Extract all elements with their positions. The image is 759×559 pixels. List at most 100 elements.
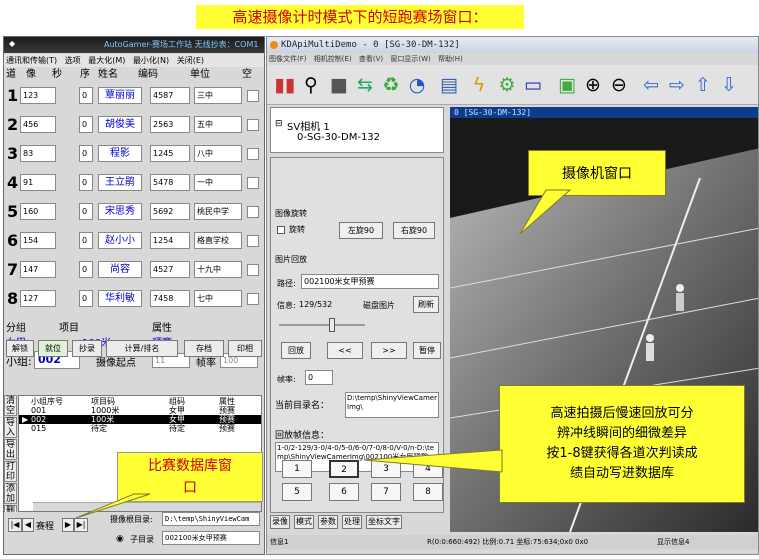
clock-icon[interactable]: ◔ xyxy=(405,73,429,97)
athlete-unit-cell[interactable]: 桃民中学 xyxy=(194,203,242,220)
monitor-icon[interactable]: ▭ xyxy=(521,73,545,97)
athlete-row[interactable]: 1 123 0 覃丽丽 4587 三中 xyxy=(4,84,264,107)
athlete-row[interactable]: 5 160 0 宋思秀 5692 桃民中学 xyxy=(4,200,264,223)
athlete-image-cell[interactable]: 123 xyxy=(20,87,56,104)
tab-record[interactable]: 录像 xyxy=(270,515,290,529)
database-window-titlebar[interactable]: ◆ AutoGamer-赛场工作站 无线抄表：COM1 xyxy=(4,37,264,53)
athlete-sec-cell[interactable]: 0 xyxy=(79,116,93,133)
playback-slider-track[interactable] xyxy=(279,324,365,326)
athlete-unit-cell[interactable]: 格直学校 xyxy=(194,232,242,249)
athlete-unit-cell[interactable]: 八中 xyxy=(194,145,242,162)
lane-empty-checkbox[interactable] xyxy=(247,148,259,160)
tab-coord-text[interactable]: 坐标文字 xyxy=(366,515,402,529)
add-button[interactable]: 添加 xyxy=(4,483,17,504)
menu-window[interactable]: 窗口显示(W) xyxy=(390,55,430,63)
menu-options[interactable]: 选项 xyxy=(65,56,81,65)
athlete-sec-cell[interactable]: 0 xyxy=(79,232,93,249)
frame-rate-input[interactable]: 0 xyxy=(305,370,333,385)
rotate-checkbox[interactable] xyxy=(277,226,285,234)
athlete-name-cell[interactable]: 覃丽丽 xyxy=(98,87,142,104)
rotate-right-button[interactable]: 右旋90 xyxy=(393,222,435,239)
athlete-unit-cell[interactable]: 五中 xyxy=(194,116,242,133)
lane-empty-checkbox[interactable] xyxy=(247,206,259,218)
tab-process[interactable]: 处理 xyxy=(342,515,362,529)
athlete-code-cell[interactable]: 1245 xyxy=(150,145,190,162)
menu-comm[interactable]: 通讯和传输(T) xyxy=(6,56,57,65)
athlete-row[interactable]: 2 456 0 胡俊美 2563 五中 xyxy=(4,113,264,136)
lane-key-2[interactable]: 2 xyxy=(329,460,359,478)
print-button[interactable]: 打印 xyxy=(4,461,17,482)
menu-camera-control[interactable]: 相机控制(E) xyxy=(314,55,352,63)
archive-button[interactable]: 存档 xyxy=(184,340,224,357)
zoom-in-icon[interactable]: ⊕ xyxy=(581,73,605,97)
athlete-image-cell[interactable]: 147 xyxy=(20,261,56,278)
athlete-code-cell[interactable]: 4527 xyxy=(150,261,190,278)
camera-icon[interactable]: ■ xyxy=(327,73,351,97)
print-photo-button[interactable]: 印相 xyxy=(228,340,262,357)
lane-key-5[interactable]: 5 xyxy=(282,483,312,501)
import-button[interactable]: 导入 xyxy=(4,417,17,438)
athlete-sec-cell[interactable]: 0 xyxy=(79,145,93,162)
menu-minimize[interactable]: 最小化(N) xyxy=(133,56,169,65)
path-select[interactable]: 002100米女甲预赛 xyxy=(301,274,439,289)
athlete-sec-cell[interactable]: 0 xyxy=(79,87,93,104)
sub-dir-input[interactable]: 002100米女甲预赛 xyxy=(162,531,260,545)
athlete-unit-cell[interactable]: 三中 xyxy=(194,87,242,104)
lane-empty-checkbox[interactable] xyxy=(247,235,259,247)
table-row-selected[interactable]: ▶ 002 100米 女甲 预赛 xyxy=(19,415,261,424)
athlete-name-cell[interactable]: 程影 xyxy=(98,145,142,162)
athlete-image-cell[interactable]: 154 xyxy=(20,232,56,249)
next-page-button[interactable]: ▶ xyxy=(62,518,74,532)
transfer-icon[interactable]: ⇆ xyxy=(353,73,377,97)
lane-empty-checkbox[interactable] xyxy=(247,119,259,131)
athlete-code-cell[interactable]: 4587 xyxy=(150,87,190,104)
athlete-unit-cell[interactable]: 一中 xyxy=(194,174,242,191)
next-frame-button[interactable]: >> xyxy=(371,342,407,359)
unlock-button[interactable]: 解锁 xyxy=(6,340,34,357)
prev-page-button[interactable]: ◀ xyxy=(22,518,34,532)
up-arrow-icon[interactable]: ⇧ xyxy=(691,73,715,97)
athlete-sec-cell[interactable]: 0 xyxy=(79,290,93,307)
right-arrow-icon[interactable]: ⇨ xyxy=(665,73,689,97)
athlete-image-cell[interactable]: 83 xyxy=(20,145,56,162)
camera-app-titlebar[interactable]: KDApiMultiDemo - 0 [SG-30-DM-132] xyxy=(267,37,758,53)
root-dir-input[interactable]: D:\temp\ShinyViewCam xyxy=(162,512,260,526)
athlete-unit-cell[interactable]: 十九中 xyxy=(194,261,242,278)
lane-empty-checkbox[interactable] xyxy=(247,293,259,305)
record-button[interactable]: 抄录 xyxy=(72,340,102,357)
table-row[interactable]: 001 1000米 女甲 预赛 xyxy=(19,406,261,415)
calc-rank-button[interactable]: 计算/排名 xyxy=(106,340,178,357)
athlete-name-cell[interactable]: 赵小小 xyxy=(98,232,142,249)
tab-params[interactable]: 参数 xyxy=(318,515,338,529)
lane-key-7[interactable]: 7 xyxy=(371,483,401,501)
clear-button[interactable]: 清空 xyxy=(4,395,17,416)
athlete-row[interactable]: 7 147 0 尚容 4527 十九中 xyxy=(4,258,264,281)
ready-button[interactable]: 就位 xyxy=(38,340,68,357)
lane-key-6[interactable]: 6 xyxy=(329,483,359,501)
refresh-button[interactable]: 刷新 xyxy=(413,296,439,313)
menu-image-file[interactable]: 图像文件(F) xyxy=(269,55,307,63)
lane-key-1[interactable]: 1 xyxy=(282,460,312,478)
athlete-image-cell[interactable]: 456 xyxy=(20,116,56,133)
stats-icon[interactable]: ▤ xyxy=(437,73,461,97)
recycle-icon[interactable]: ♻ xyxy=(379,73,403,97)
tree-camera-root[interactable]: SV相机 1 xyxy=(287,118,330,133)
gear-icon[interactable]: ⚙ xyxy=(495,73,519,97)
athlete-name-cell[interactable]: 华利敏 xyxy=(98,290,142,307)
athlete-name-cell[interactable]: 胡俊美 xyxy=(98,116,142,133)
tab-mode[interactable]: 模式 xyxy=(294,515,314,529)
collapse-icon[interactable]: ⊟ xyxy=(275,119,283,129)
lane-empty-checkbox[interactable] xyxy=(247,177,259,189)
first-page-button[interactable]: |◀ xyxy=(8,518,22,532)
athlete-name-cell[interactable]: 尚容 xyxy=(98,261,142,278)
athlete-name-cell[interactable]: 宋思秀 xyxy=(98,203,142,220)
lane-empty-checkbox[interactable] xyxy=(247,90,259,102)
menu-maximize[interactable]: 最大化(M) xyxy=(88,56,125,65)
lane-key-8[interactable]: 8 xyxy=(413,483,443,501)
athlete-image-cell[interactable]: 160 xyxy=(20,203,56,220)
fit-icon[interactable]: ▣ xyxy=(555,73,579,97)
chart-icon[interactable]: ▮▮ xyxy=(273,73,297,97)
sub-dir-radio-icon[interactable]: ◉ xyxy=(116,534,124,544)
prev-frame-button[interactable]: << xyxy=(327,342,363,359)
menu-close[interactable]: 关闭(E) xyxy=(177,56,204,65)
